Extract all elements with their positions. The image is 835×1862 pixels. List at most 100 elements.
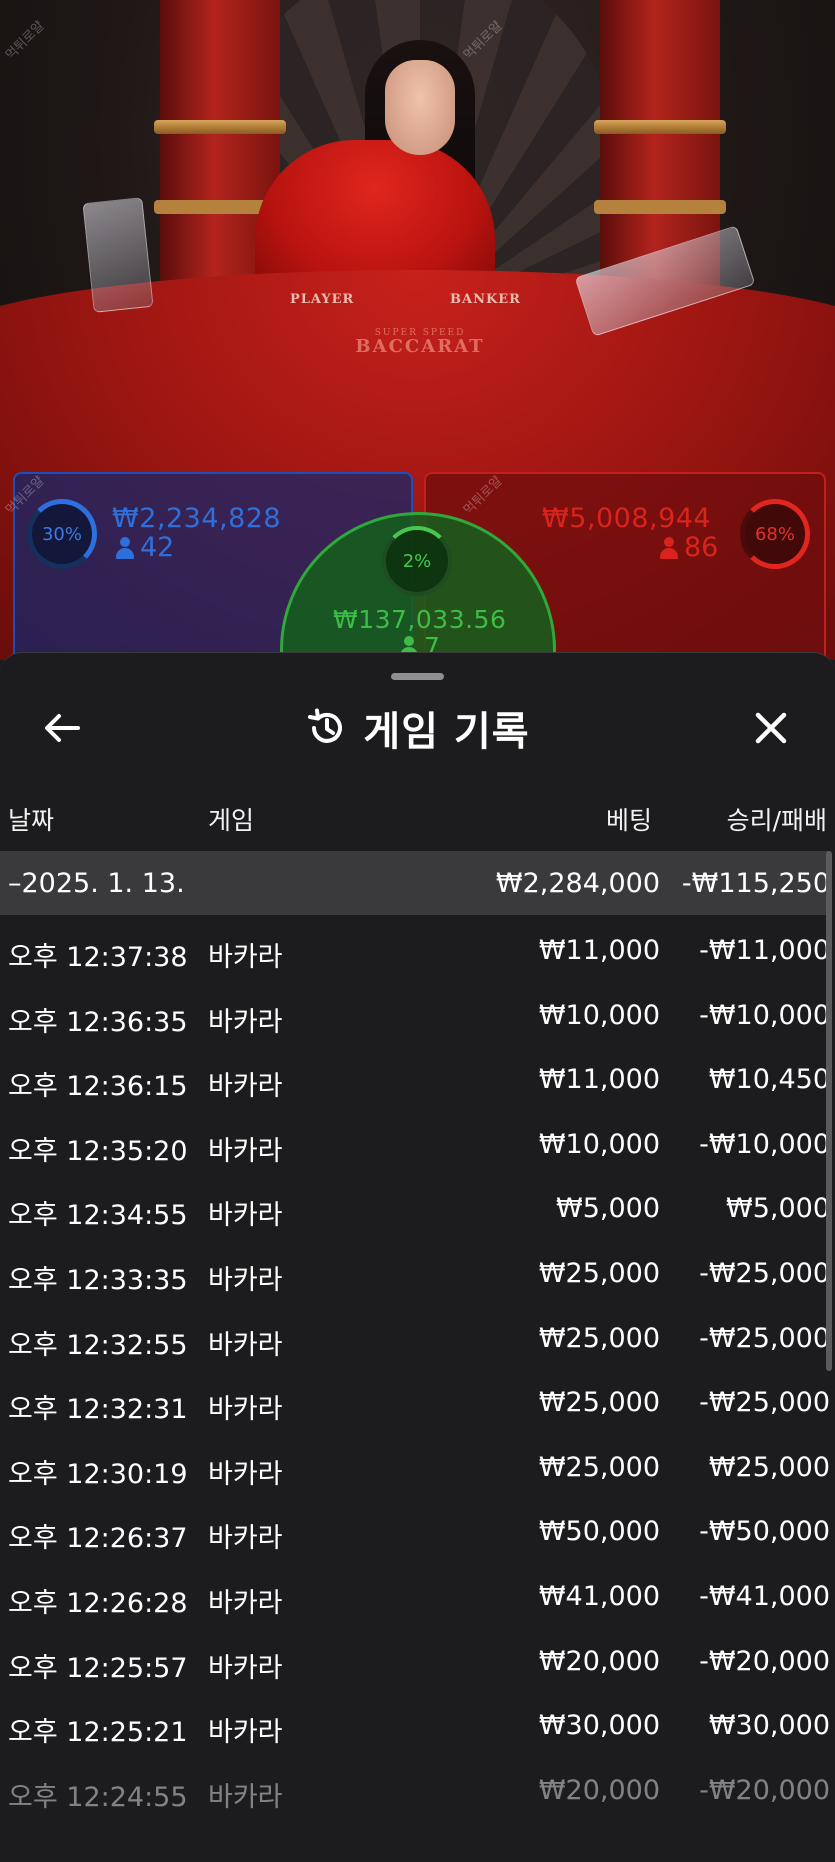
- column-headers: 날짜 게임 베팅 승리/패배: [0, 801, 835, 841]
- banker-count-value: 86: [684, 532, 719, 563]
- card-shoe-left: [82, 197, 154, 313]
- row-time: 오후 12:34:55: [8, 1200, 188, 1232]
- game-history-sheet: 게임 기록 날짜 게임 베팅 승리/패배 –2025. 1. 13. ₩2,28…: [0, 652, 835, 1862]
- row-bet: ₩5,000: [556, 1193, 660, 1225]
- close-button[interactable]: [745, 704, 797, 752]
- row-result: -₩41,000: [699, 1580, 830, 1612]
- row-result: -₩10,000: [699, 1128, 830, 1160]
- date-group-bet-total: ₩2,284,000: [495, 867, 660, 899]
- history-list: 오후 12:37:38 바카라 ₩11,000 -₩11,000 오후 12:36:35…: [0, 917, 830, 1821]
- row-bet: ₩30,000: [538, 1710, 660, 1742]
- sheet-header: 게임 기록: [0, 698, 835, 758]
- history-row[interactable]: 오후 12:35:20 바카라 ₩10,000 -₩10,000: [0, 1111, 830, 1176]
- row-bet: ₩10,000: [538, 999, 660, 1031]
- row-game: 바카라: [208, 1071, 283, 1103]
- row-game: 바카라: [208, 1652, 283, 1684]
- row-result: ₩5,000: [726, 1193, 830, 1225]
- row-bet: ₩25,000: [538, 1322, 660, 1354]
- felt-label-player: PLAYER: [290, 292, 355, 307]
- row-bet: ₩50,000: [538, 1516, 660, 1548]
- column-date: 날짜: [8, 806, 55, 835]
- history-row[interactable]: 오후 12:26:37 바카라 ₩50,000 -₩50,000: [0, 1498, 830, 1563]
- row-result: -₩25,000: [699, 1322, 830, 1354]
- player-count-value: 42: [140, 532, 175, 563]
- history-row[interactable]: 오후 12:34:55 바카라 ₩5,000 ₩5,000: [0, 1175, 830, 1240]
- history-row[interactable]: 오후 12:32:31 바카라 ₩25,000 -₩25,000: [0, 1369, 830, 1434]
- row-bet: ₩11,000: [538, 935, 660, 966]
- tie-total-bet: ₩137,033.56: [333, 605, 507, 634]
- banker-total-bet: ₩5,008,944: [542, 503, 712, 534]
- row-game: 바카라: [208, 1200, 283, 1232]
- history-row[interactable]: 오후 12:37:38 바카라 ₩11,000 -₩11,000: [0, 917, 830, 982]
- row-bet: ₩25,000: [538, 1387, 660, 1419]
- history-row[interactable]: 오후 12:36:15 바카라 ₩11,000 ₩10,450: [0, 1046, 830, 1111]
- row-game: 바카라: [208, 1329, 283, 1361]
- row-time: 오후 12:35:20: [8, 1135, 188, 1167]
- row-time: 오후 12:37:38: [8, 942, 188, 973]
- person-icon: [116, 536, 134, 559]
- row-game: 바카라: [208, 1523, 283, 1555]
- banker-bettor-count: 86: [660, 532, 718, 563]
- history-row[interactable]: 오후 12:25:57 바카라 ₩20,000 -₩20,000: [0, 1628, 830, 1693]
- sheet-title-group: 게임 기록: [0, 698, 835, 758]
- row-result: -₩25,000: [699, 1387, 830, 1419]
- row-game: 바카라: [208, 1394, 283, 1426]
- row-game: 바카라: [208, 1264, 283, 1296]
- row-time: 오후 12:26:37: [8, 1523, 188, 1555]
- row-game: 바카라: [208, 1587, 283, 1619]
- row-game: 바카라: [208, 1717, 283, 1749]
- row-time: 오후 12:24:55: [8, 1781, 188, 1813]
- row-bet: ₩20,000: [538, 1645, 660, 1677]
- row-result: -₩25,000: [699, 1257, 830, 1289]
- banker-percent-ring: 68%: [740, 499, 810, 569]
- column-result: 승리/패배: [726, 806, 827, 835]
- row-time: 오후 12:36:35: [8, 1006, 188, 1038]
- history-row[interactable]: 오후 12:24:55 바카라 ₩20,000 -₩20,000: [0, 1757, 830, 1822]
- person-icon: [660, 536, 678, 559]
- history-row[interactable]: 오후 12:36:35 바카라 ₩10,000 -₩10,000: [0, 982, 830, 1047]
- brand-title: BACCARAT: [355, 336, 485, 357]
- row-game: 바카라: [208, 1781, 283, 1813]
- tie-percent-ring: 2%: [382, 526, 452, 596]
- history-row[interactable]: 오후 12:30:19 바카라 ₩25,000 ₩25,000: [0, 1434, 830, 1499]
- row-bet: ₩11,000: [538, 1064, 660, 1096]
- felt-label-banker: BANKER: [450, 292, 521, 307]
- row-time: 오후 12:33:35: [8, 1264, 188, 1296]
- row-time: 오후 12:30:19: [8, 1458, 188, 1490]
- row-result: -₩11,000: [699, 935, 830, 966]
- row-time: 오후 12:25:57: [8, 1652, 188, 1684]
- scrollbar[interactable]: [826, 851, 832, 1371]
- row-bet: ₩20,000: [538, 1774, 660, 1806]
- row-game: 바카라: [208, 1458, 283, 1490]
- date-group-result-total: -₩115,250: [681, 867, 830, 899]
- date-group-label: –2025. 1. 13.: [8, 867, 185, 899]
- row-game: 바카라: [208, 942, 283, 973]
- row-result: ₩25,000: [708, 1451, 830, 1483]
- row-result: -₩20,000: [699, 1774, 830, 1806]
- player-bettor-count: 42: [116, 532, 174, 563]
- row-time: 오후 12:32:55: [8, 1329, 188, 1361]
- row-time: 오후 12:25:21: [8, 1717, 188, 1749]
- row-result: ₩30,000: [708, 1710, 830, 1742]
- row-time: 오후 12:32:31: [8, 1394, 188, 1426]
- history-row[interactable]: 오후 12:25:21 바카라 ₩30,000 ₩30,000: [0, 1692, 830, 1757]
- row-result: -₩20,000: [699, 1645, 830, 1677]
- row-bet: ₩25,000: [538, 1257, 660, 1289]
- dealer-face: [385, 60, 455, 155]
- row-bet: ₩41,000: [538, 1580, 660, 1612]
- row-time: 오후 12:36:15: [8, 1071, 188, 1103]
- row-result: ₩10,450: [708, 1064, 830, 1096]
- date-group-row[interactable]: –2025. 1. 13. ₩2,284,000 -₩115,250: [0, 851, 830, 915]
- sheet-grabber[interactable]: [391, 673, 444, 680]
- watermark: 먹튀로얄: [3, 18, 48, 64]
- history-row[interactable]: 오후 12:32:55 바카라 ₩25,000 -₩25,000: [0, 1305, 830, 1370]
- player-total-bet: ₩2,234,828: [112, 503, 282, 534]
- history-row[interactable]: 오후 12:33:35 바카라 ₩25,000 -₩25,000: [0, 1240, 830, 1305]
- close-icon: [755, 712, 787, 744]
- history-row[interactable]: 오후 12:26:28 바카라 ₩41,000 -₩41,000: [0, 1563, 830, 1628]
- history-icon: [308, 708, 343, 743]
- row-result: -₩50,000: [699, 1516, 830, 1548]
- table-brand: SUPER SPEED BACCARAT: [330, 328, 510, 357]
- row-time: 오후 12:26:28: [8, 1587, 188, 1619]
- row-bet: ₩10,000: [538, 1128, 660, 1160]
